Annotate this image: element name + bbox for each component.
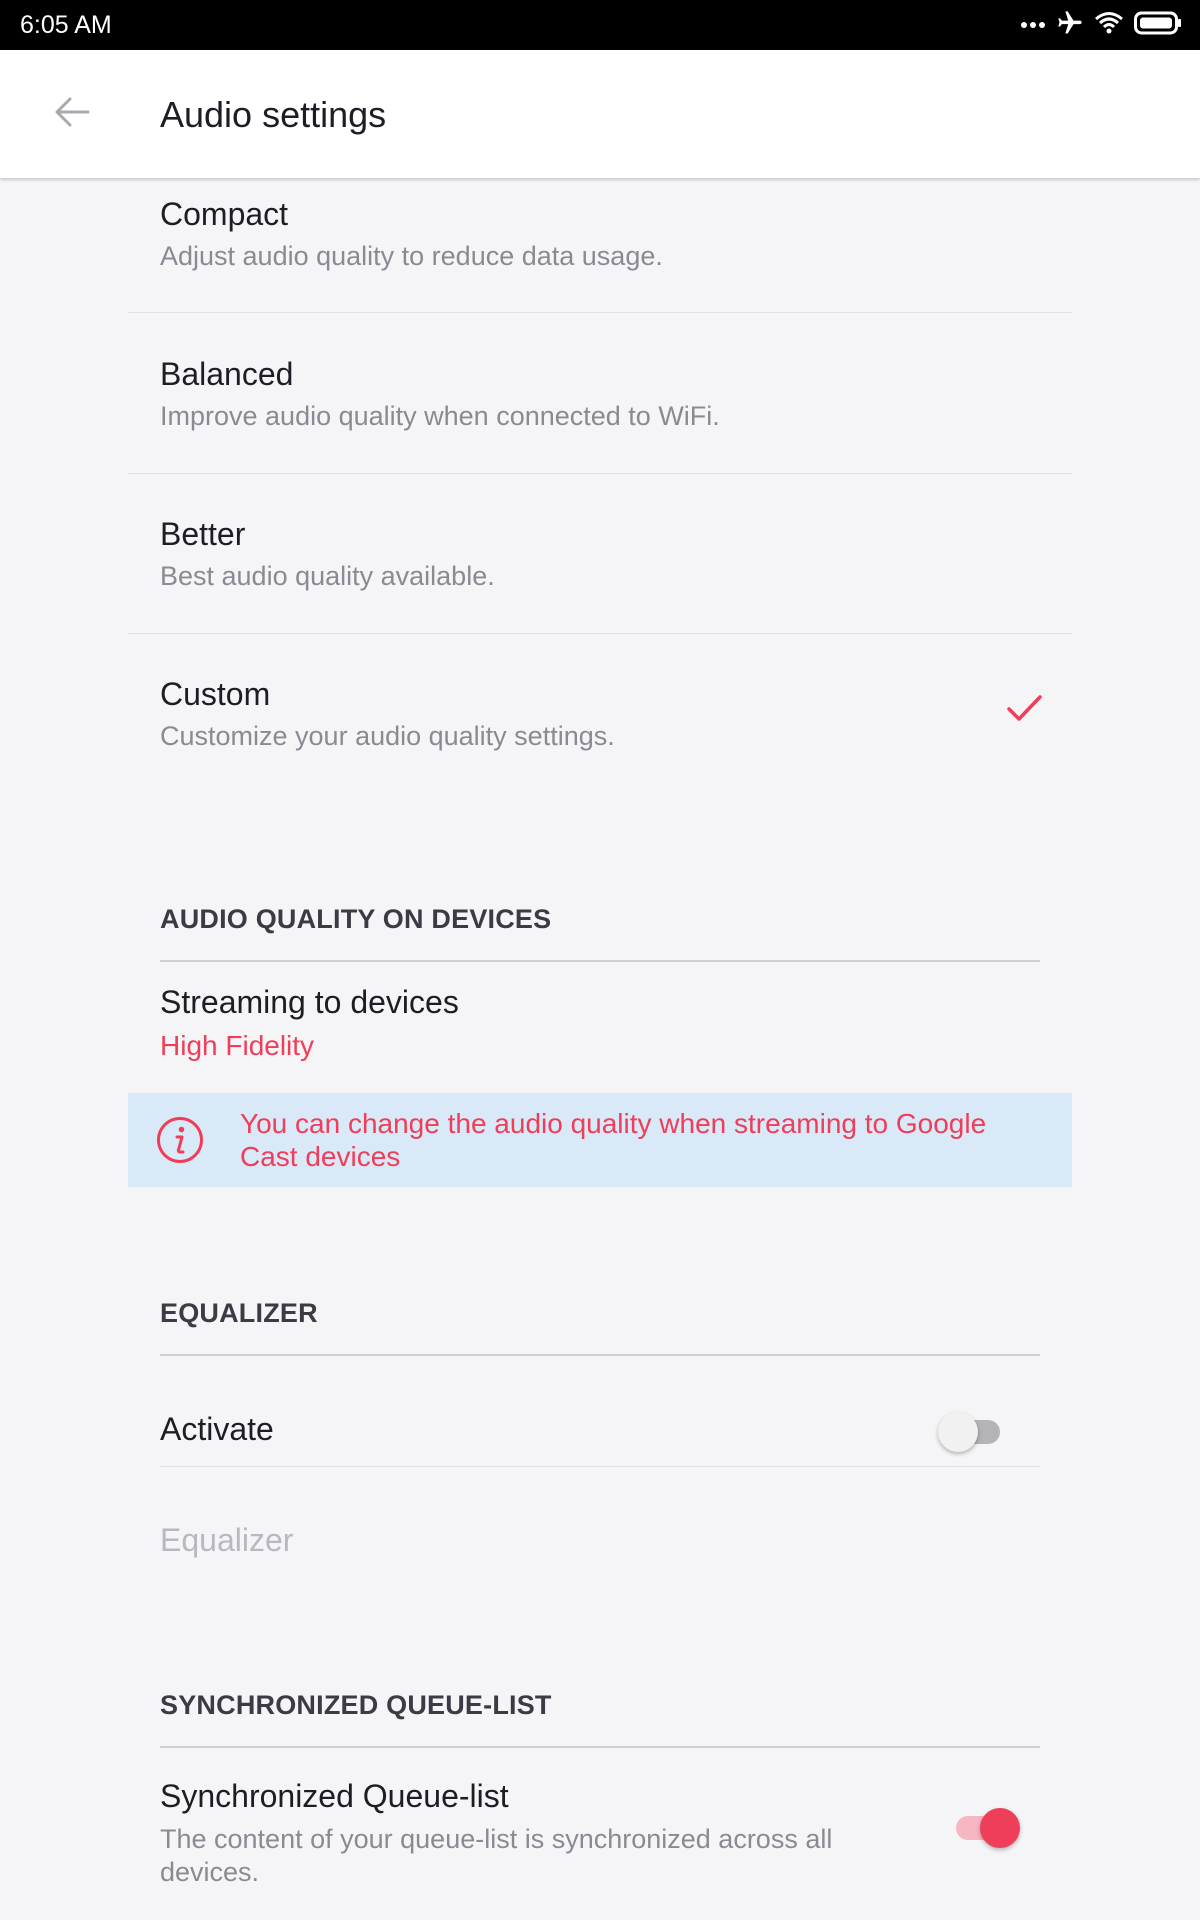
- streaming-to-devices-item[interactable]: Streaming to devices High Fidelity: [128, 962, 1072, 1092]
- checkmark-icon: [1004, 688, 1044, 728]
- section-divider: [160, 1354, 1040, 1356]
- quality-option-balanced[interactable]: Balanced Improve audio quality when conn…: [128, 313, 1072, 473]
- settings-content: Compact Adjust audio quality to reduce d…: [0, 178, 1200, 1920]
- option-subtitle: Customize your audio quality settings.: [160, 721, 615, 751]
- toggle-thumb: [980, 1808, 1020, 1848]
- airplane-icon: [1056, 9, 1084, 42]
- quality-option-better[interactable]: Better Best audio quality available.: [128, 474, 1072, 634]
- wifi-icon: [1094, 10, 1124, 41]
- battery-icon: [1134, 11, 1182, 40]
- streaming-value: High Fidelity: [160, 1030, 315, 1061]
- option-title: Better: [160, 516, 246, 552]
- toggle-thumb: [938, 1412, 978, 1452]
- option-title: Custom: [160, 676, 271, 712]
- section-header-devices: AUDIO QUALITY ON DEVICES: [160, 904, 552, 934]
- status-time: 6:05 AM: [20, 11, 112, 39]
- option-subtitle: Adjust audio quality to reduce data usag…: [160, 241, 663, 271]
- quality-option-compact[interactable]: Compact Adjust audio quality to reduce d…: [128, 178, 1072, 312]
- back-button[interactable]: [42, 88, 102, 140]
- status-bar: 6:05 AM: [0, 0, 1200, 50]
- page-title: Audio settings: [160, 94, 387, 135]
- synchronized-queue-toggle[interactable]: [956, 1808, 1022, 1848]
- app-bar: Audio settings: [0, 50, 1200, 178]
- more-dots-icon: [1020, 16, 1046, 34]
- activate-label: Activate: [160, 1411, 274, 1447]
- divider: [160, 1466, 1040, 1467]
- info-text: You can change the audio quality when st…: [240, 1108, 987, 1172]
- section-header-queue: SYNCHRONIZED QUEUE-LIST: [160, 1690, 552, 1720]
- streaming-title: Streaming to devices: [160, 984, 459, 1020]
- queue-title: Synchronized Queue-list: [160, 1778, 509, 1814]
- arrow-back-icon: [54, 96, 90, 133]
- equalizer-item[interactable]: Equalizer: [160, 1522, 293, 1559]
- section-header-equalizer: EQUALIZER: [160, 1298, 318, 1328]
- section-divider: [160, 1746, 1040, 1748]
- option-subtitle: Improve audio quality when connected to …: [160, 401, 720, 431]
- quality-option-custom[interactable]: Custom Customize your audio quality sett…: [128, 634, 1072, 794]
- option-subtitle: Best audio quality available.: [160, 561, 495, 591]
- info-icon: [156, 1116, 204, 1164]
- info-banner: You can change the audio quality when st…: [128, 1093, 1072, 1187]
- option-title: Compact: [160, 196, 289, 232]
- activate-equalizer-toggle[interactable]: [938, 1412, 1006, 1452]
- option-title: Balanced: [160, 356, 294, 392]
- queue-subtitle: The content of your queue-list is synchr…: [160, 1824, 833, 1887]
- status-icons: [1020, 10, 1182, 40]
